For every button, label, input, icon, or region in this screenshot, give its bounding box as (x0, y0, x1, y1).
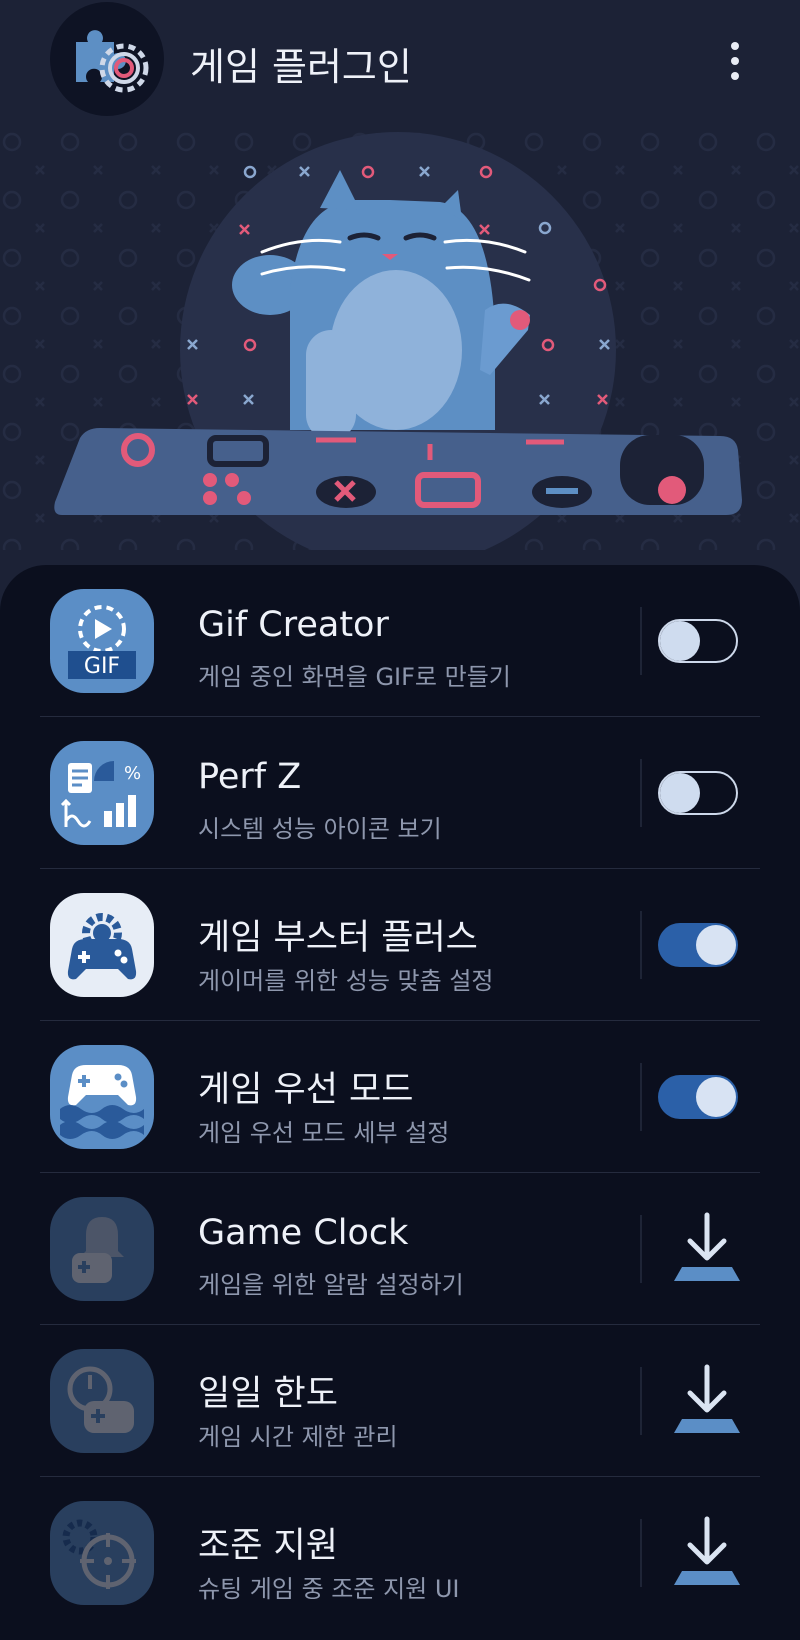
plugin-description: 게임 우선 모드 세부 설정 (198, 1119, 450, 1147)
plugin-description: 게임 시간 제한 관리 (198, 1423, 398, 1451)
row-separator (640, 911, 642, 979)
crosshair-icon (50, 1501, 154, 1605)
row-separator (640, 1519, 642, 1587)
gamepad-gear-icon (50, 893, 154, 997)
puzzle-gear-icon (50, 2, 164, 116)
plugin-title: Perf Z (198, 757, 302, 797)
hero-illustration (0, 130, 800, 568)
download-icon[interactable] (670, 1515, 744, 1591)
plugin-row-game-booster-plus[interactable]: 게임 부스터 플러스 게이머를 위한 성능 맞춤 설정 (0, 869, 800, 1021)
download-icon[interactable] (670, 1211, 744, 1287)
plugin-description: 게임 중인 화면을 GIF로 만들기 (198, 663, 511, 691)
plugin-title: 게임 우선 모드 (198, 1070, 414, 1110)
bell-gamepad-icon (50, 1197, 154, 1301)
plugin-row-game-clock[interactable]: Game Clock 게임을 위한 알람 설정하기 (0, 1173, 800, 1325)
app-header: 게임 플러그인 (0, 0, 800, 130)
gif-creator-icon: GIF (50, 589, 154, 693)
svg-text:%: % (124, 763, 141, 784)
page-title: 게임 플러그인 (190, 45, 412, 89)
game-booster-plus-toggle[interactable] (658, 923, 738, 967)
plugin-row-game-priority-mode[interactable]: 게임 우선 모드 게임 우선 모드 세부 설정 (0, 1021, 800, 1173)
gif-creator-toggle[interactable] (658, 619, 738, 663)
row-separator (640, 1215, 642, 1283)
perf-chart-icon: % (50, 741, 154, 845)
svg-text:GIF: GIF (84, 654, 120, 679)
more-vert-icon[interactable] (715, 36, 755, 86)
row-separator (640, 607, 642, 675)
plugin-row-aim-assist[interactable]: 조준 지원 슈팅 게임 중 조준 지원 UI (0, 1477, 800, 1629)
plugin-title: Gif Creator (198, 605, 389, 645)
game-priority-mode-toggle[interactable] (658, 1075, 738, 1119)
row-separator (640, 759, 642, 827)
perf-z-toggle[interactable] (658, 771, 738, 815)
plugin-description: 시스템 성능 아이콘 보기 (198, 815, 442, 843)
plugin-row-perf-z[interactable]: % Perf Z 시스템 성능 아이콘 보기 (0, 717, 800, 869)
plugin-title: 조준 지원 (198, 1526, 338, 1566)
plugin-row-gif-creator[interactable]: GIF Gif Creator 게임 중인 화면을 GIF로 만들기 (0, 565, 800, 717)
row-separator (640, 1063, 642, 1131)
gamepad-waves-icon (50, 1045, 154, 1149)
plugin-title: Game Clock (198, 1213, 409, 1253)
plugin-description: 게이머를 위한 성능 맞춤 설정 (198, 967, 494, 995)
plugin-row-daily-limit[interactable]: 일일 한도 게임 시간 제한 관리 (0, 1325, 800, 1477)
plugin-list: GIF Gif Creator 게임 중인 화면을 GIF로 만들기 % Per… (0, 565, 800, 1640)
plugin-title: 게임 부스터 플러스 (198, 918, 478, 958)
download-icon[interactable] (670, 1363, 744, 1439)
plugin-title: 일일 한도 (198, 1374, 338, 1414)
timer-gamepad-icon (50, 1349, 154, 1453)
plugin-description: 게임을 위한 알람 설정하기 (198, 1271, 464, 1299)
plugin-description: 슈팅 게임 중 조준 지원 UI (198, 1575, 460, 1603)
row-separator (640, 1367, 642, 1435)
